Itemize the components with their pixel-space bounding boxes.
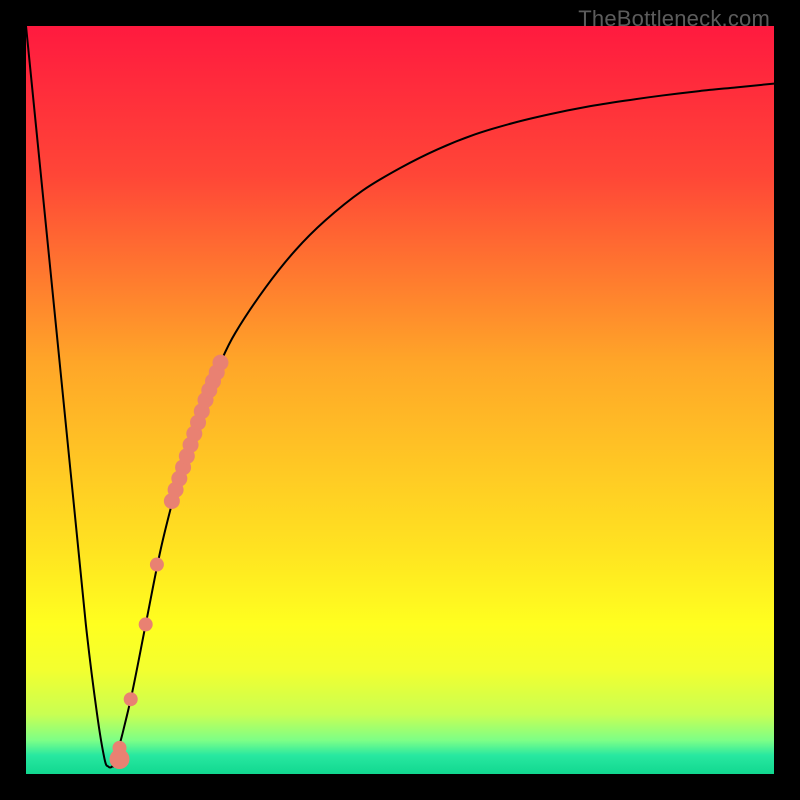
plot-area [26,26,774,774]
chart-frame: TheBottleneck.com [0,0,800,800]
bottleneck-curve [26,26,774,767]
data-dot [124,692,138,706]
data-dot [110,749,130,769]
data-dot [139,617,153,631]
watermark-text: TheBottleneck.com [578,6,770,32]
chart-svg [26,26,774,774]
data-dot [150,558,164,572]
data-dot [212,355,228,371]
data-dots [110,355,229,769]
